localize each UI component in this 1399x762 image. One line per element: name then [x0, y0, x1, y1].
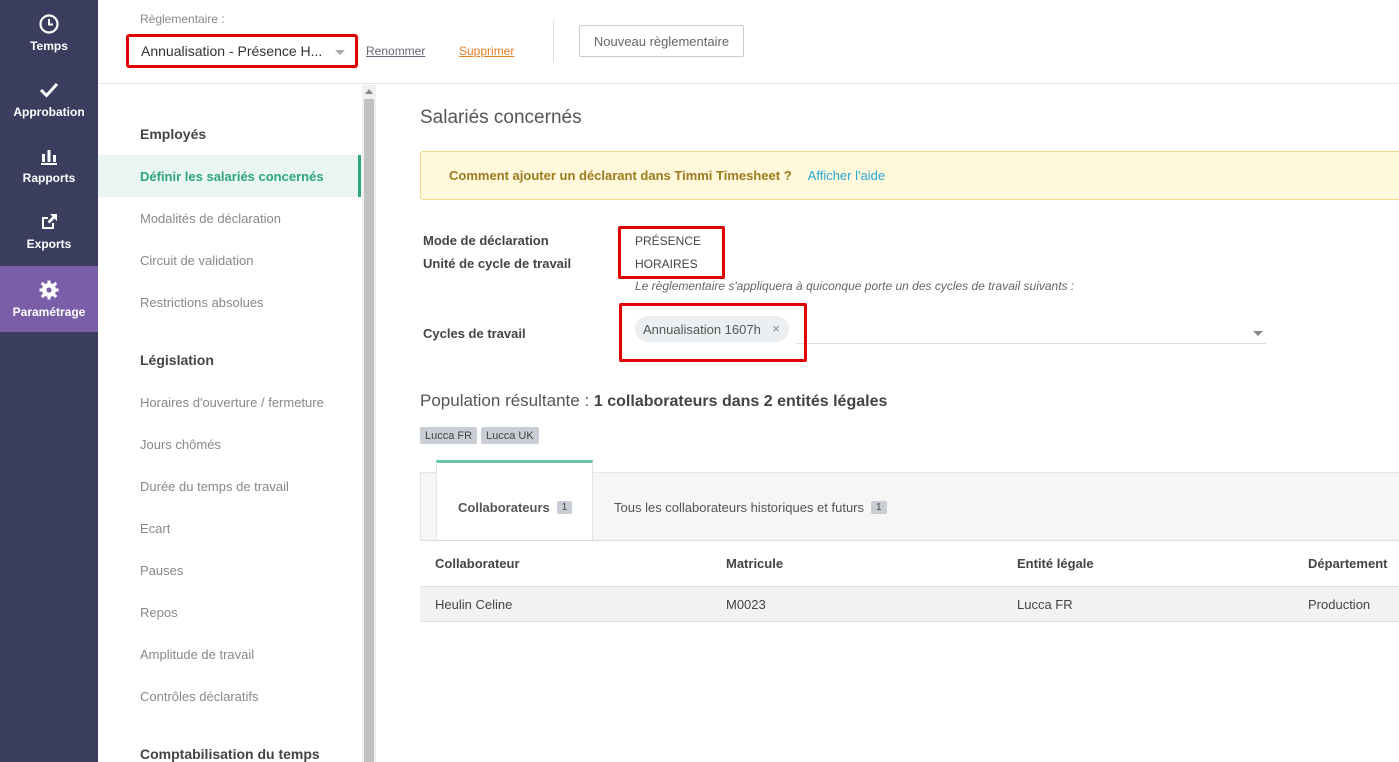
menu-item-restrictions-absolues[interactable]: Restrictions absolues: [98, 281, 361, 323]
check-icon: [39, 82, 59, 98]
scrollbar-thumb[interactable]: [364, 99, 374, 762]
menu-item-horaires[interactable]: Horaires d'ouverture / fermeture: [98, 381, 361, 423]
nav-label: Rapports: [22, 170, 76, 185]
bar-chart-icon: [41, 149, 57, 165]
scroll-up-arrow-icon[interactable]: [365, 89, 373, 94]
highlight-box: [619, 303, 807, 362]
cell-collaborateur: Heulin Celine: [435, 596, 513, 612]
menu-item-definir-salaries[interactable]: Définir les salariés concernés: [98, 155, 361, 197]
side-menu-scrollbar[interactable]: [362, 85, 376, 762]
mode-declaration-label: Mode de déclaration: [423, 233, 549, 248]
population-summary: Population résultante : 1 collaborateurs…: [420, 391, 887, 411]
tabs: Collaborateurs 1 Tous les collaborateurs…: [420, 460, 1399, 541]
menu-item-circuit-validation[interactable]: Circuit de validation: [98, 239, 361, 281]
tab-collaborateurs[interactable]: Collaborateurs 1: [436, 460, 593, 541]
table-row[interactable]: Heulin Celine M0023 Lucca FR Production: [420, 587, 1399, 622]
divider: [553, 20, 554, 62]
menu-item-pauses[interactable]: Pauses: [98, 549, 361, 591]
menu-item-ecart[interactable]: Ecart: [98, 507, 361, 549]
chevron-down-icon: [335, 50, 345, 55]
cell-departement: Production: [1308, 596, 1371, 612]
nav-label: Paramétrage: [12, 304, 86, 319]
menu-item-jours-chomes[interactable]: Jours chômés: [98, 423, 361, 465]
collaborators-table: Collaborateur Matricule Entité légale Dé…: [420, 540, 1399, 622]
page-title: Salariés concernés: [420, 107, 582, 128]
gear-icon: [39, 280, 59, 299]
cycles-hint: Le règlementaire s'appliquera à quiconqu…: [635, 279, 1075, 293]
tab-label: Collaborateurs: [458, 499, 550, 515]
nav-item-approbation[interactable]: Approbation: [0, 66, 98, 132]
cell-matricule: M0023: [726, 596, 766, 612]
reglementaire-select-value: Annualisation - Présence H...: [141, 43, 323, 59]
menu-section-comptabilisation: Comptabilisation du temps: [140, 746, 320, 762]
unite-cycle-label: Unité de cycle de travail: [423, 256, 572, 271]
main-content: Salariés concernés Comment ajouter un dé…: [376, 85, 1399, 762]
menu-section-legislation: Législation: [140, 352, 214, 368]
nav-item-temps[interactable]: Temps: [0, 0, 98, 66]
column-header[interactable]: Entité légale: [1017, 541, 1094, 586]
menu-section-employes: Employés: [140, 126, 207, 142]
menu-item-controles-declaratifs[interactable]: Contrôles déclaratifs: [98, 675, 361, 717]
nav-label: Exports: [26, 236, 72, 251]
menu-item-amplitude[interactable]: Amplitude de travail: [98, 633, 361, 675]
column-header[interactable]: Collaborateur: [435, 541, 520, 586]
menu-item-repos[interactable]: Repos: [98, 591, 361, 633]
reglementaire-label: Règlementaire :: [140, 12, 225, 26]
new-reglementaire-button[interactable]: Nouveau règlementaire: [579, 25, 744, 57]
cycles-select[interactable]: [796, 343, 1266, 344]
count-badge: 1: [871, 500, 887, 514]
show-help-link[interactable]: Afficher l'aide: [808, 168, 885, 183]
help-banner: Comment ajouter un déclarant dans Timmi …: [420, 151, 1399, 200]
left-navigation: Temps Approbation Rapports Exports Param…: [0, 0, 98, 762]
top-bar: Règlementaire : Annualisation - Présence…: [98, 0, 1399, 84]
entity-tag: Lucca UK: [481, 427, 539, 444]
reglementaire-select[interactable]: Annualisation - Présence H...: [126, 34, 358, 68]
menu-item-modalites-declaration[interactable]: Modalités de déclaration: [98, 197, 361, 239]
count-badge: 1: [556, 500, 573, 514]
column-header[interactable]: Département: [1308, 541, 1387, 586]
table-header: Collaborateur Matricule Entité légale Dé…: [420, 540, 1399, 587]
chevron-down-icon[interactable]: [1253, 331, 1263, 336]
nav-item-parametrage[interactable]: Paramétrage: [0, 266, 98, 332]
nav-item-exports[interactable]: Exports: [0, 198, 98, 264]
delete-link[interactable]: Supprimer: [459, 44, 514, 58]
settings-side-menu: Employés Définir les salariés concernés …: [98, 85, 361, 762]
population-value: 1 collaborateurs dans 2 entités légales: [593, 393, 888, 410]
export-icon: [42, 213, 57, 229]
rename-link[interactable]: Renommer: [366, 44, 425, 58]
cell-entite: Lucca FR: [1017, 596, 1073, 612]
nav-item-rapports[interactable]: Rapports: [0, 132, 98, 198]
nav-label: Approbation: [13, 104, 85, 119]
highlight-box: [618, 226, 725, 279]
tab-label: Tous les collaborateurs historiques et f…: [614, 499, 865, 515]
menu-item-duree-temps-travail[interactable]: Durée du temps de travail: [98, 465, 361, 507]
tab-historiques-futurs[interactable]: Tous les collaborateurs historiques et f…: [614, 473, 887, 541]
entity-tag: Lucca FR: [420, 427, 478, 444]
population-prefix: Population résultante :: [420, 391, 590, 410]
help-question: Comment ajouter un déclarant dans Timmi …: [449, 168, 792, 183]
nav-label: Temps: [30, 38, 68, 53]
clock-icon: [39, 13, 59, 34]
cycles-travail-label: Cycles de travail: [423, 326, 526, 341]
column-header[interactable]: Matricule: [726, 541, 783, 586]
